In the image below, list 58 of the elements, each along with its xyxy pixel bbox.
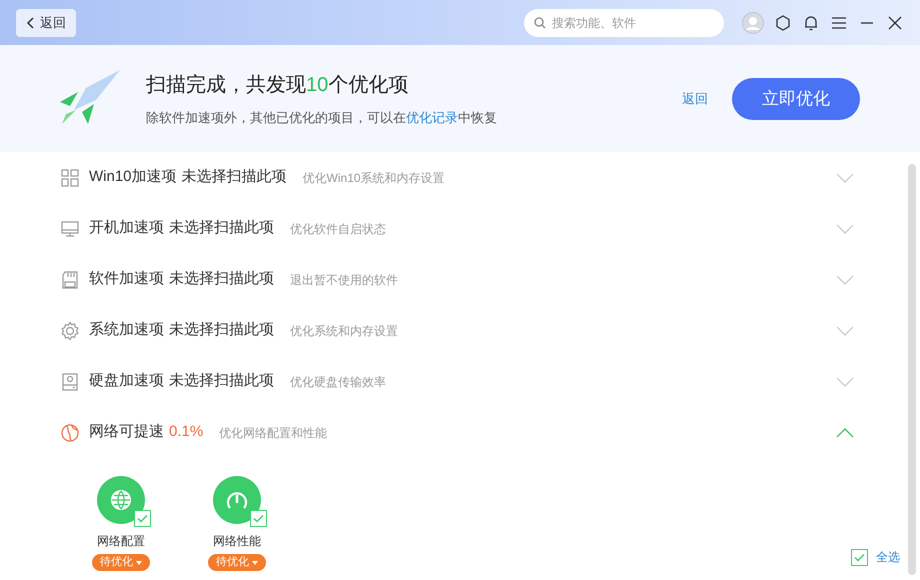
memory-card-icon — [60, 270, 80, 290]
category-title: 开机加速项 — [89, 218, 164, 238]
check-icon — [253, 514, 264, 523]
chevron-left-icon — [26, 16, 36, 28]
category-title: 网络可提速 — [89, 422, 164, 442]
status-dropdown[interactable]: 待优化 — [92, 554, 150, 571]
category-description: 优化软件自启状态 — [290, 220, 386, 238]
search-field[interactable]: 搜索功能、软件 — [524, 8, 724, 36]
select-all-label[interactable]: 全选 — [876, 548, 900, 566]
category-status: 未选择扫描此项 — [169, 371, 274, 392]
checkbox[interactable] — [250, 510, 267, 527]
feature-label: 网络性能 — [213, 533, 261, 550]
search-input[interactable]: 搜索功能、软件 — [552, 14, 714, 32]
return-link[interactable]: 返回 — [682, 88, 708, 108]
status-dropdown[interactable]: 待优化 — [208, 554, 266, 571]
chevron-up-icon[interactable] — [836, 428, 854, 438]
scrollbar[interactable] — [908, 164, 916, 575]
settings-icon — [60, 320, 80, 340]
windows-icon — [60, 168, 80, 188]
summary-note: 中恢复 — [458, 108, 497, 127]
chevron-down-icon[interactable] — [836, 172, 854, 182]
caret-icon — [252, 560, 258, 564]
globe-icon — [110, 489, 132, 511]
category-status: 未选择扫描此项 — [169, 320, 274, 340]
category-description: 优化Win10系统和内存设置 — [302, 170, 445, 186]
chevron-down-icon[interactable] — [836, 274, 854, 284]
caret-icon — [136, 560, 142, 564]
summary-note: 除软件加速项外，其他已优化的项目，可以在 — [146, 108, 406, 127]
category-description: 优化网络配置和性能 — [219, 424, 328, 442]
feature-label: 网络配置 — [97, 533, 145, 550]
chevron-down-icon[interactable] — [836, 224, 854, 234]
category-description: 退出暂不使用的软件 — [290, 272, 398, 288]
category-description: 优化硬盘传输效率 — [290, 374, 386, 390]
select-all-checkbox[interactable] — [851, 548, 868, 566]
checkbox[interactable] — [134, 510, 151, 527]
category-status: 未选择扫描此项 — [169, 269, 274, 290]
search-icon — [534, 16, 546, 28]
avatar-icon[interactable] — [742, 12, 764, 34]
chevron-down-icon[interactable] — [836, 376, 854, 386]
check-icon — [137, 514, 148, 523]
chevron-down-icon[interactable] — [836, 326, 854, 336]
category-title: 软件加速项 — [89, 269, 164, 290]
globe-icon — [60, 422, 80, 442]
check-icon — [854, 552, 865, 562]
optimize-button[interactable]: 立即优化 — [732, 78, 860, 120]
category-title: 系统加速项 — [89, 320, 164, 340]
category-status: 0.1% — [169, 422, 204, 442]
bell-icon[interactable] — [802, 14, 820, 32]
category-title: 硬盘加速项 — [89, 371, 164, 392]
close-icon[interactable] — [886, 14, 904, 32]
category-title: Win10加速项 — [89, 167, 177, 188]
back-button[interactable]: 返回 — [16, 8, 76, 36]
category-status: 未选择扫描此项 — [169, 218, 274, 238]
category-description: 优化系统和内存设置 — [290, 322, 398, 340]
category-status: 未选择扫描此项 — [182, 167, 287, 188]
monitor-icon — [60, 218, 80, 238]
summary-title: 扫描完成，共发现10个优化项 — [146, 72, 410, 98]
history-link[interactable]: 优化记录 — [406, 108, 458, 128]
